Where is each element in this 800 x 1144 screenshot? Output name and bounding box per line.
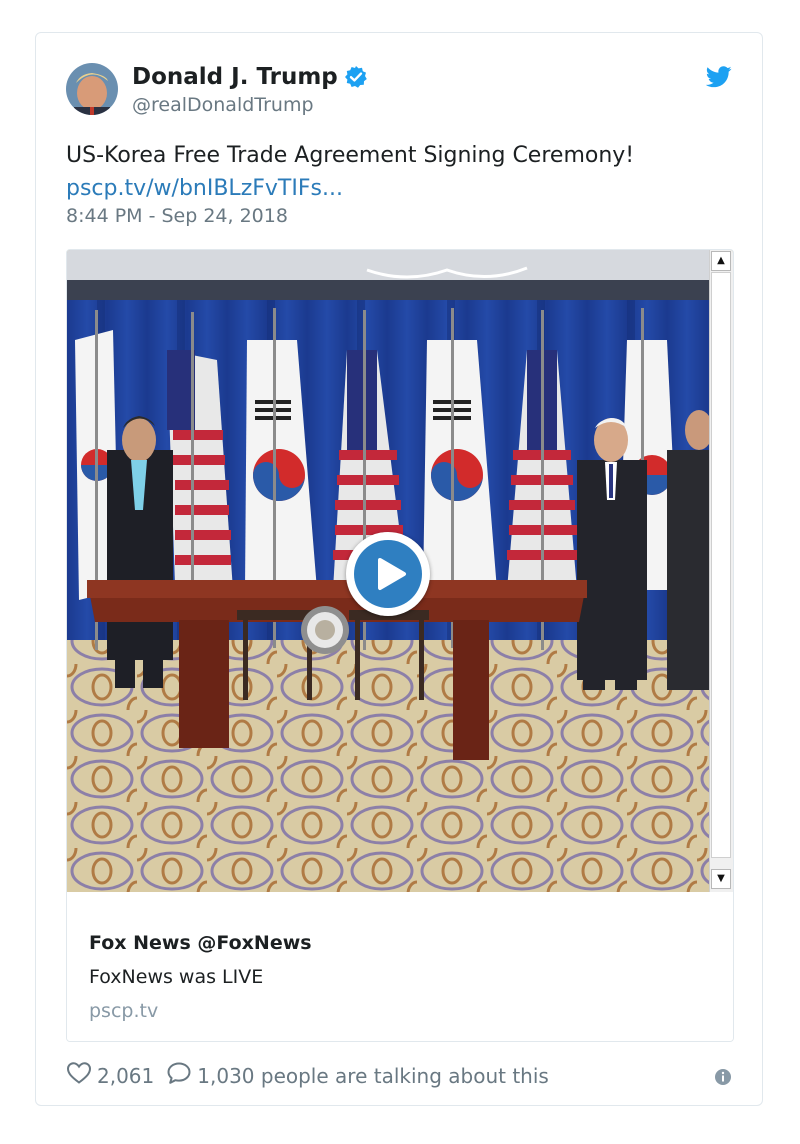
media-domain: pscp.tv <box>89 1000 159 1022</box>
verified-badge-icon <box>344 65 368 89</box>
heart-icon[interactable] <box>66 1061 92 1090</box>
scroll-up-arrow[interactable]: ▲ <box>711 251 731 271</box>
info-icon[interactable] <box>714 1068 732 1086</box>
media-subtitle: FoxNews was LIVE <box>89 966 264 988</box>
media-caption[interactable]: Fox News @FoxNews FoxNews was LIVE pscp.… <box>67 892 733 1041</box>
twitter-bird-icon[interactable] <box>705 66 732 88</box>
tweet-footer: 2,061 1,030 people are talking about thi… <box>66 1061 549 1090</box>
scroll-down-arrow[interactable]: ▼ <box>711 869 731 889</box>
tweet-timestamp[interactable]: 8:44 PM - Sep 24, 2018 <box>66 205 288 227</box>
avatar-image <box>66 63 118 115</box>
comment-bubble-icon[interactable] <box>166 1061 192 1090</box>
media-card[interactable]: ▲ ▼ Fox News @FoxNews FoxNews was LIVE p… <box>66 249 734 1042</box>
play-icon <box>354 540 422 608</box>
talking-count[interactable]: 1,030 people are talking about this <box>197 1064 549 1088</box>
video-scrollbar[interactable]: ▲ ▼ <box>709 250 733 892</box>
avatar[interactable] <box>66 63 118 115</box>
tweet-card: Donald J. Trump @realDonaldTrump US-Kore… <box>35 32 763 1106</box>
tweet-link[interactable]: pscp.tv/w/bnIBLzFvTIFs... <box>66 172 726 205</box>
play-button[interactable] <box>346 532 430 616</box>
scroll-thumb[interactable] <box>711 272 731 858</box>
media-title: Fox News @FoxNews <box>89 932 312 954</box>
display-name-text: Donald J. Trump <box>132 64 338 90</box>
video-player[interactable]: ▲ ▼ <box>67 250 733 892</box>
display-name[interactable]: Donald J. Trump <box>132 64 368 90</box>
user-handle[interactable]: @realDonaldTrump <box>132 94 314 116</box>
tweet-text: US-Korea Free Trade Agreement Signing Ce… <box>66 139 726 205</box>
tweet-body: US-Korea Free Trade Agreement Signing Ce… <box>66 143 635 168</box>
like-count[interactable]: 2,061 <box>97 1064 154 1088</box>
